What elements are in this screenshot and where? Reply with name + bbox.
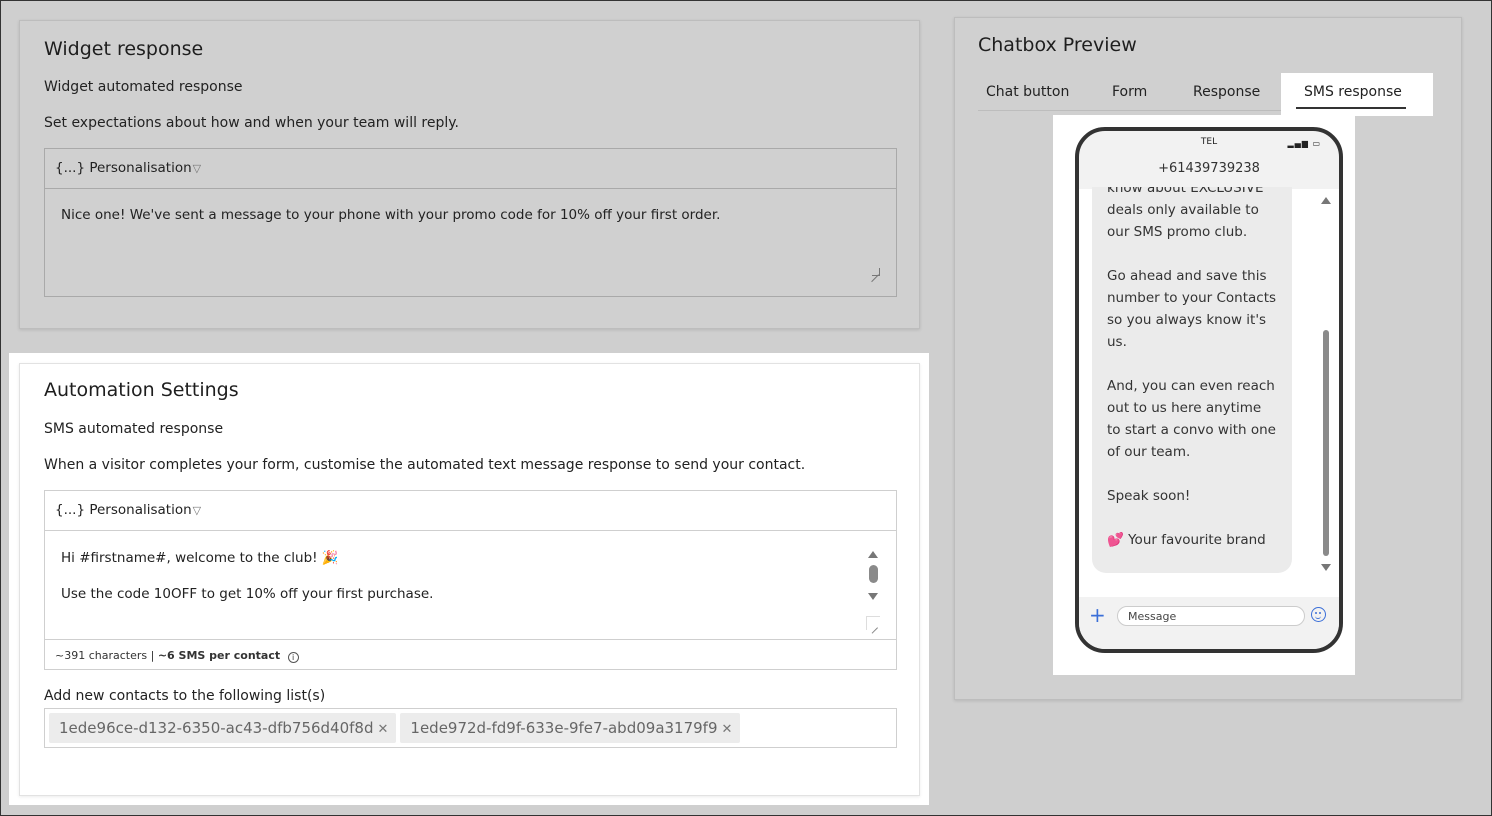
sms-bubble: know about EXCLUSIVE deals only availabl… — [1092, 187, 1292, 573]
resize-handle-icon[interactable] — [872, 268, 880, 276]
sms-count: ~6 SMS per contact — [157, 649, 281, 662]
list-chip: 1ede972d-fd9f-633e-9fe7-abd09a3179f9 ✕ — [400, 713, 741, 743]
widget-description: Set expectations about how and when your… — [44, 115, 459, 131]
phone-mockup: TEL ▂▄▆ ▭ +61439739238 know about EXCLUS… — [1075, 127, 1343, 653]
bubble-paragraph: Speak soon! — [1107, 488, 1191, 504]
phone-compose-bar: + Message — [1079, 597, 1339, 649]
sms-message-textarea[interactable]: Hi #firstname#, welcome to the club! 🎉 U… — [44, 530, 897, 640]
personalisation-label: {...} Personalisation — [55, 160, 192, 176]
widget-response-card: Widget response Widget automated respons… — [19, 20, 920, 329]
chevron-down-icon: ▽ — [192, 504, 202, 517]
thread-scrollbar[interactable] — [1321, 197, 1331, 572]
preview-title: Chatbox Preview — [978, 34, 1137, 56]
widget-message-text: Nice one! We've sent a message to your p… — [61, 207, 721, 223]
bubble-paragraph: know about EXCLUSIVE deals only availabl… — [1107, 187, 1264, 240]
widget-subtitle: Widget automated response — [44, 79, 243, 95]
message-input[interactable]: Message — [1117, 606, 1305, 626]
lists-label: Add new contacts to the following list(s… — [44, 688, 326, 704]
textarea-scrollbar[interactable] — [868, 551, 878, 607]
sms-message-line: Hi #firstname#, welcome to the club! 🎉 — [61, 550, 339, 566]
automation-description: When a visitor completes your form, cust… — [44, 457, 806, 473]
automation-personalisation-dropdown[interactable]: {...} Personalisation▽ — [44, 490, 897, 530]
scroll-up-icon[interactable] — [1321, 197, 1331, 204]
sms-thread: know about EXCLUSIVE deals only availabl… — [1079, 187, 1339, 597]
list-chip-label: 1ede96ce-d132-6350-ac43-dfb756d40f8d — [59, 719, 374, 737]
automation-title: Automation Settings — [44, 379, 239, 401]
bubble-paragraph: Go ahead and save this number to your Co… — [1107, 268, 1277, 350]
scroll-down-icon[interactable] — [1321, 564, 1331, 571]
resize-handle-icon[interactable] — [866, 616, 880, 630]
personalisation-label: {...} Personalisation — [55, 502, 192, 518]
phone-number: +61439739238 — [1158, 161, 1260, 176]
widget-personalisation-dropdown[interactable]: {...} Personalisation▽ — [44, 148, 897, 188]
char-count: ~391 characters | — [55, 649, 155, 662]
scroll-down-icon[interactable] — [868, 593, 878, 600]
plus-icon[interactable]: + — [1089, 603, 1106, 627]
automation-subtitle: SMS automated response — [44, 421, 224, 437]
preview-tabs: Chat button Form Response SMS response — [978, 73, 1433, 116]
chevron-down-icon: ▽ — [192, 162, 202, 175]
list-chip-label: 1ede972d-fd9f-633e-9fe7-abd09a3179f9 — [410, 719, 718, 737]
automation-settings-card: Automation Settings SMS automated respon… — [19, 363, 920, 796]
signal-battery-icon: ▂▄▆ ▭ — [1287, 139, 1321, 148]
widget-title: Widget response — [44, 38, 204, 60]
widget-message-textarea[interactable]: Nice one! We've sent a message to your p… — [44, 188, 897, 297]
emoji-icon[interactable] — [1311, 607, 1326, 622]
scroll-thumb[interactable] — [1323, 330, 1329, 556]
scroll-thumb[interactable] — [869, 565, 878, 583]
tab-chat-button[interactable]: Chat button — [986, 73, 1069, 111]
chatbox-preview-card: Chatbox Preview Chat button Form Respons… — [954, 17, 1462, 700]
info-icon[interactable]: i — [287, 652, 299, 663]
tab-form[interactable]: Form — [1112, 73, 1147, 111]
tab-sms-response[interactable]: SMS response — [1296, 73, 1406, 109]
bubble-signoff: 💕 Your favourite brand — [1107, 532, 1266, 548]
tab-response[interactable]: Response — [1193, 73, 1260, 111]
close-icon[interactable]: ✕ — [378, 722, 389, 737]
app-frame: Widget response Widget automated respons… — [0, 0, 1492, 816]
scroll-up-icon[interactable] — [868, 551, 878, 558]
sms-message-line: Use the code 10OFF to get 10% off your f… — [61, 586, 434, 602]
list-chip: 1ede96ce-d132-6350-ac43-dfb756d40f8d ✕ — [49, 713, 397, 743]
close-icon[interactable]: ✕ — [722, 722, 733, 737]
lists-multiselect[interactable]: 1ede96ce-d132-6350-ac43-dfb756d40f8d ✕ 1ed… — [44, 708, 897, 748]
sms-count-footer: ~391 characters | ~6 SMS per contact i — [44, 639, 897, 670]
bubble-paragraph: And, you can even reach out to us here a… — [1107, 378, 1276, 460]
